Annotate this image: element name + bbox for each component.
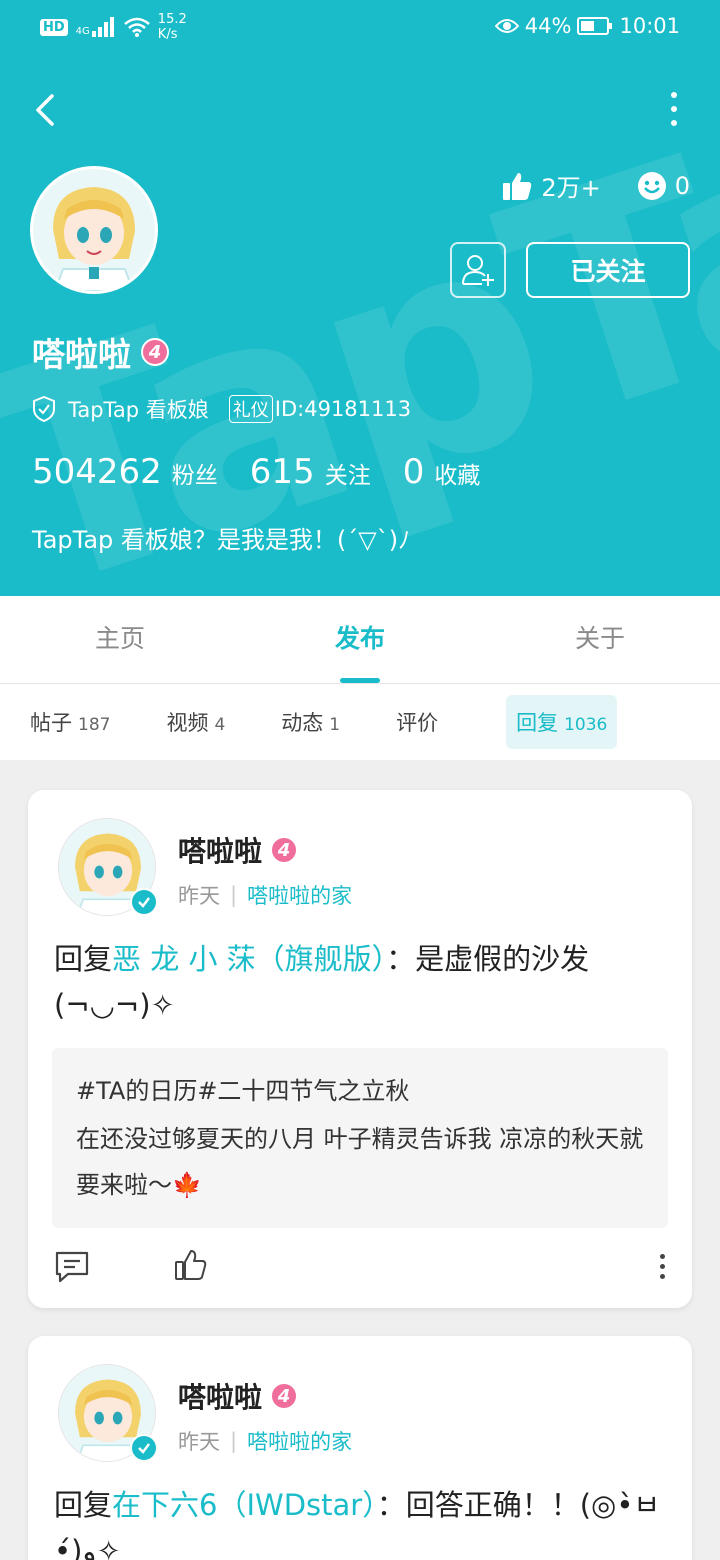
tab-home[interactable]: 主页	[0, 596, 240, 683]
mention-link[interactable]: 恶 龙 小 莯（旗舰版）	[112, 942, 386, 976]
author-name[interactable]: 嗒啦啦	[178, 1376, 262, 1416]
author-name-row: 嗒啦啦 4	[178, 1376, 299, 1416]
card-more-button[interactable]	[658, 1254, 666, 1284]
post-meta: 昨天 | 嗒啦啦的家	[178, 880, 352, 910]
post-meta: 昨天 | 嗒啦啦的家	[178, 1426, 352, 1456]
add-user-icon	[462, 255, 494, 286]
tab-about[interactable]: 关于	[480, 596, 720, 683]
like-count: 2万+	[541, 174, 601, 202]
subtab-moments[interactable]: 动态 1	[281, 707, 340, 737]
subtab-topics[interactable]: 帖子 187	[30, 707, 110, 737]
post-time: 昨天	[178, 884, 220, 908]
tab-posts[interactable]: 发布	[240, 596, 480, 683]
thumb-up-icon	[503, 172, 532, 200]
battery-percent: 44%	[524, 14, 572, 38]
battery-icon	[577, 17, 613, 35]
following-count[interactable]: 615 关注	[250, 452, 371, 492]
clock: 10:01	[619, 14, 680, 38]
followed-button[interactable]: 已关注	[526, 242, 690, 298]
emoji-stat: 0	[637, 171, 690, 201]
level-badge: 4	[270, 836, 299, 864]
shield-check-icon	[33, 396, 55, 422]
fans-count[interactable]: 504262 粉丝	[32, 452, 218, 492]
signal-icon: 4G	[76, 17, 116, 37]
liyi-tag: 礼仪	[228, 395, 273, 423]
profile-name-row: 嗒啦啦 4	[32, 328, 169, 376]
profile-header: TapTap HD 4G 15.2 K/s 44% 10:01 2万+ 0 已关…	[0, 0, 720, 596]
quoted-post[interactable]: #TA的日历#二十四节气之立秋 在还没过够夏天的八月 叶子精灵告诉我 凉凉的秋天…	[52, 1048, 668, 1228]
card-actions	[54, 1248, 666, 1288]
eye-icon	[494, 19, 519, 33]
tab-indicator	[340, 678, 380, 683]
status-bar: HD 4G 15.2 K/s 44% 10:01	[0, 0, 720, 56]
emoji-count: 0	[674, 171, 690, 200]
reply-text[interactable]: 回复在下六6（IWDstar）：回答正确！！(◎•̀ㅂ•́)و✧	[54, 1482, 666, 1560]
wifi-icon	[123, 17, 150, 37]
verified-check-icon	[130, 1434, 158, 1462]
subtab-reviews[interactable]: 评价	[396, 707, 444, 737]
taptap-watermark: TapTap	[0, 0, 720, 596]
quote-body: 在还没过够夏天的八月 叶子精灵告诉我 凉凉的秋天就要来啦～🍁	[76, 1125, 644, 1199]
counts-row: 504262 粉丝 615 关注 0 收藏	[32, 452, 512, 492]
net-speed: 15.2 K/s	[157, 12, 187, 42]
meta-divider: |	[230, 883, 238, 907]
verify-text: TapTap 看板娘	[68, 398, 209, 422]
comment-icon[interactable]	[54, 1250, 90, 1284]
quote-title: #TA的日历#二十四节气之立秋	[76, 1077, 410, 1105]
level-badge: 4	[141, 338, 169, 366]
reply-card[interactable]: 嗒啦啦 4 昨天 | 嗒啦啦的家 回复在下六6（IWDstar）：回答正确！！(…	[28, 1336, 692, 1560]
group-link[interactable]: 嗒啦啦的家	[247, 1426, 352, 1456]
favorites-count[interactable]: 0 收藏	[403, 452, 481, 492]
profile-avatar[interactable]	[30, 166, 158, 294]
profile-bio: TapTap 看板娘？是我是我！(´▽`)ﾉ	[32, 526, 411, 554]
back-button[interactable]	[28, 88, 68, 132]
reply-text[interactable]: 回复恶 龙 小 莯（旗舰版）：是虚假的沙发(¬◡¬)✧	[54, 936, 666, 1028]
sub-tabs: 帖子 187 视频 4 动态 1 评价 回复 1036	[0, 684, 720, 760]
subtab-videos[interactable]: 视频 4	[166, 707, 225, 737]
reply-card[interactable]: 嗒啦啦 4 昨天 | 嗒啦啦的家 回复恶 龙 小 莯（旗舰版）：是虚假的沙发(¬…	[28, 790, 692, 1308]
verify-row: TapTap 看板娘 礼仪 ID:49181113	[32, 394, 411, 424]
hd-icon: HD	[40, 18, 68, 36]
author-name-row: 嗒啦啦 4	[178, 830, 299, 870]
main-tabs: 主页 发布 关于	[0, 596, 720, 684]
level-badge: 4	[270, 1382, 299, 1410]
like-stat: 2万+	[501, 168, 601, 203]
mention-link[interactable]: 在下六6（IWDstar）	[112, 1488, 377, 1522]
meta-divider: |	[230, 1429, 238, 1453]
verified-check-icon	[130, 888, 158, 916]
profile-name: 嗒啦啦	[32, 335, 131, 374]
smiley-icon	[637, 171, 666, 200]
subtab-replies[interactable]: 回复 1036	[506, 695, 618, 749]
more-menu-button[interactable]	[668, 92, 680, 128]
group-link[interactable]: 嗒啦啦的家	[247, 880, 352, 910]
thumb-up-icon[interactable]	[174, 1248, 208, 1282]
back-arrow-icon	[36, 94, 54, 126]
add-friend-button[interactable]	[450, 242, 506, 298]
author-name[interactable]: 嗒啦啦	[178, 830, 262, 870]
user-id: ID:49181113	[274, 397, 412, 421]
post-time: 昨天	[178, 1430, 220, 1454]
